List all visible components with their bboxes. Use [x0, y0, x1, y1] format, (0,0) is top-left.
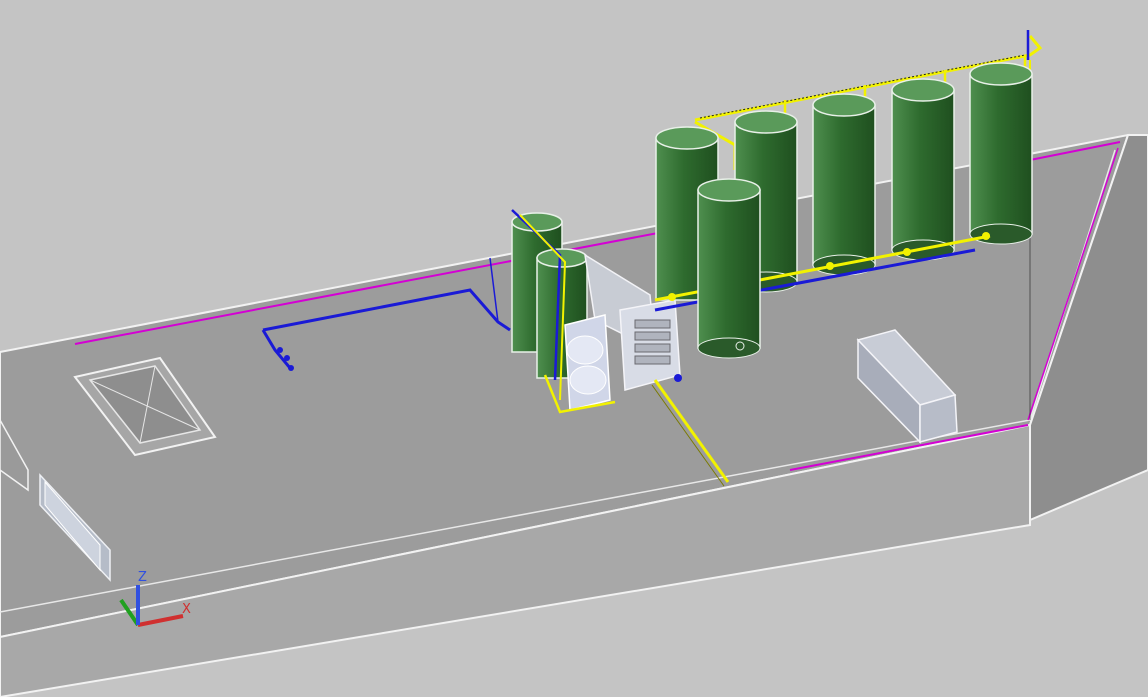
- model-space[interactable]: X Z: [0, 0, 1148, 697]
- tank-5: [891, 78, 955, 261]
- ucs-z-label: Z: [138, 570, 147, 585]
- cad-3d-viewport[interactable]: X Z: [0, 0, 1148, 697]
- tank-6: [969, 62, 1033, 245]
- ucs-x-label: X: [182, 602, 191, 617]
- tank-2: [697, 178, 761, 359]
- tank-4: [812, 93, 876, 276]
